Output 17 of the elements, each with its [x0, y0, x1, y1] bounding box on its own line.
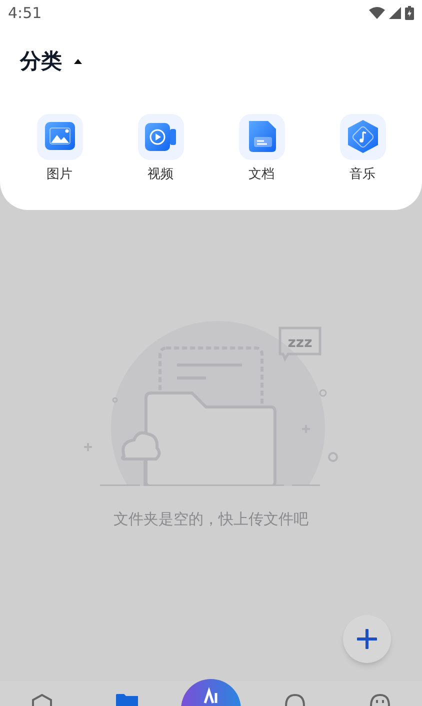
add-button[interactable]: [343, 615, 391, 663]
face-icon[interactable]: [368, 694, 391, 706]
home-icon[interactable]: [31, 694, 54, 706]
folder-icon[interactable]: [116, 694, 138, 706]
signal-icon: [389, 7, 401, 19]
plus-icon: [357, 629, 377, 649]
caret-icon[interactable]: [74, 59, 82, 64]
ai-button-icon[interactable]: [180, 679, 241, 706]
empty-message: 文件夹是空的，快上传文件吧: [114, 509, 308, 530]
wifi-icon: [369, 7, 385, 19]
category-title: 分类: [20, 48, 62, 75]
category-item[interactable]: 音乐: [312, 114, 413, 184]
status-time: 4:51: [8, 2, 42, 24]
category-item[interactable]: 文档: [211, 114, 312, 184]
category-item[interactable]: 图片: [9, 114, 110, 184]
category-item[interactable]: 视频: [110, 114, 211, 184]
battery-icon: [405, 6, 414, 20]
